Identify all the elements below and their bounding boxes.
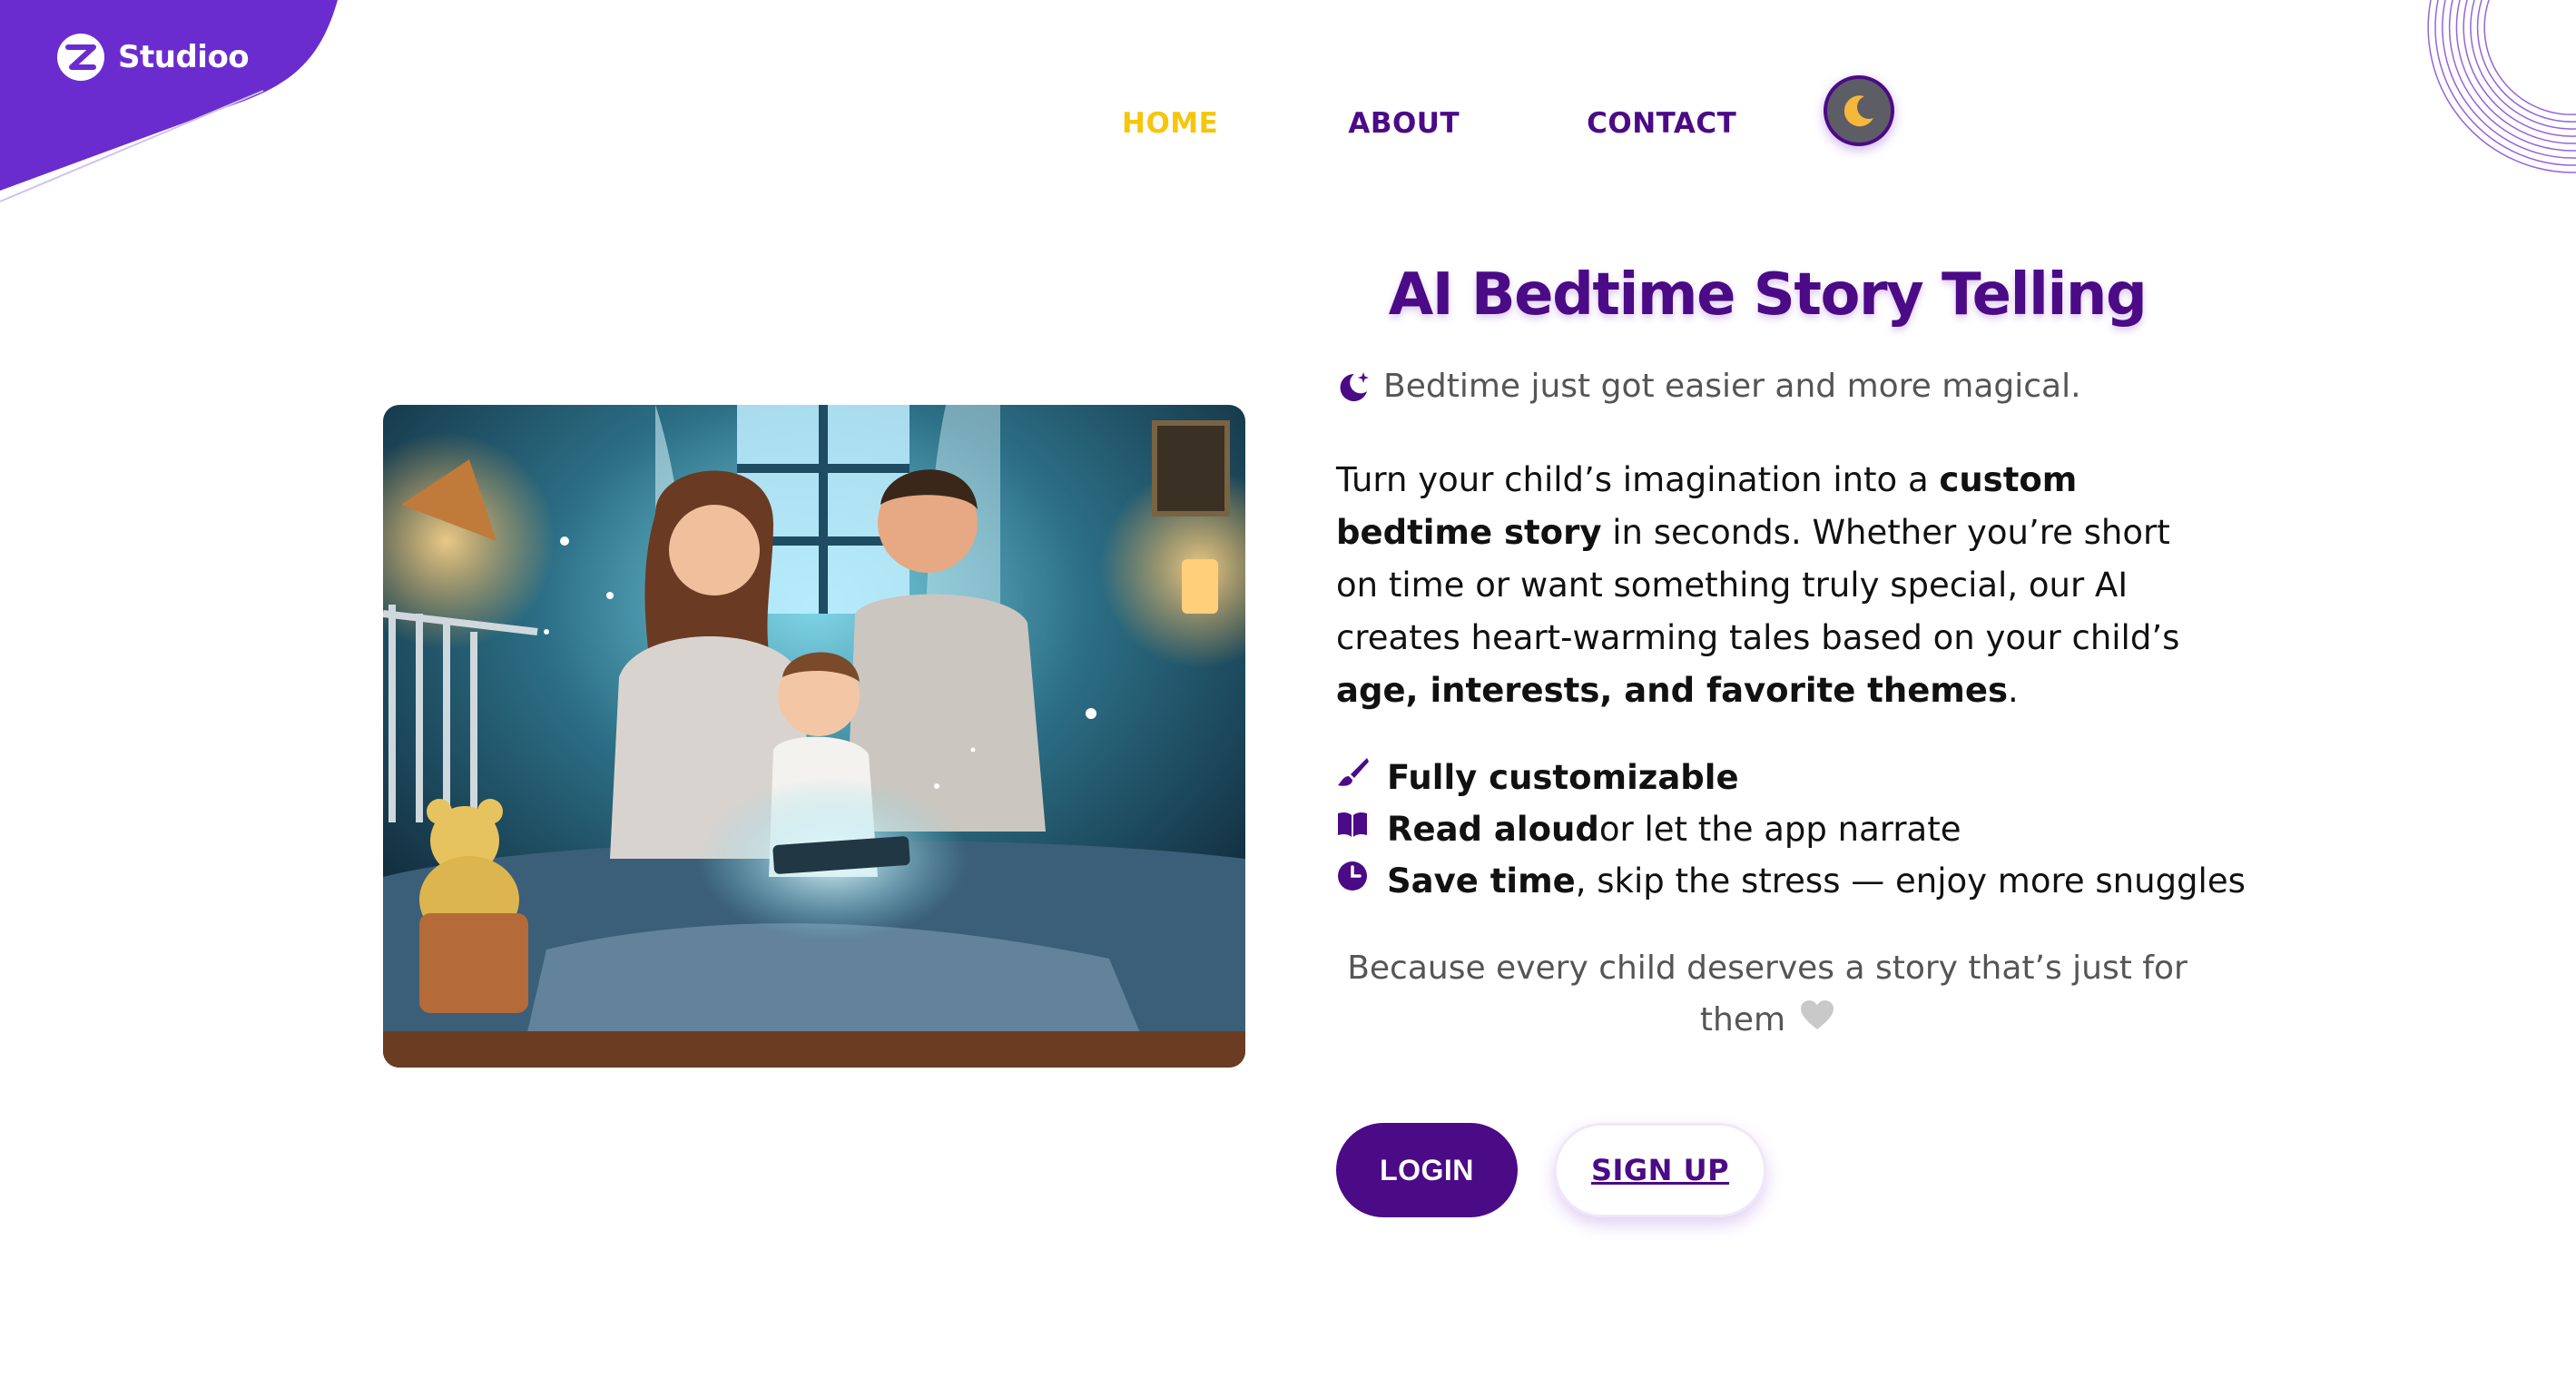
feature-bold: Read aloud	[1387, 810, 1599, 849]
hero-image	[383, 405, 1245, 1068]
feature-item: Fully customizable	[1336, 752, 2246, 803]
feature-text: or let the app narrate	[1598, 810, 1961, 849]
page-title: AI Bedtime Story Telling	[1388, 261, 2148, 329]
tagline-text: Bedtime just got easier and more magical…	[1383, 368, 2081, 405]
feature-bold: Fully customizable	[1387, 758, 1739, 797]
corner-shape	[0, 0, 338, 202]
paintbrush-icon	[1338, 757, 1369, 786]
decorative-arcs	[2427, 0, 2576, 173]
brand-logo[interactable]: Studioo	[56, 33, 250, 82]
main-nav: HOME ABOUT CONTACT	[1122, 107, 1736, 140]
logo-corner	[0, 0, 363, 209]
nav-contact[interactable]: CONTACT	[1587, 107, 1736, 140]
clock-icon	[1338, 861, 1367, 891]
signup-button[interactable]: SIGN UP	[1554, 1123, 1766, 1217]
intro-text-1: Turn your child’s imagination into a	[1336, 460, 1940, 499]
feature-list: Fully customizable Read aloud or let the…	[1336, 752, 2246, 907]
intro-paragraph: Turn your child’s imagination into a cus…	[1336, 454, 2217, 717]
heart-icon	[1801, 1000, 1834, 1029]
closing-text: Because every child deserves a story tha…	[1336, 942, 2198, 1046]
intro-text-3: .	[2007, 671, 2019, 710]
moon-icon	[1844, 95, 1873, 127]
nav-home[interactable]: HOME	[1122, 107, 1218, 140]
feature-item: Save time, skip the stress — enjoy more …	[1336, 855, 2246, 907]
login-button[interactable]: LOGIN	[1336, 1123, 1518, 1217]
closing-line: Because every child deserves a story tha…	[1347, 950, 2188, 1038]
moon-star-icon	[1340, 371, 1369, 401]
logo-icon	[57, 34, 104, 81]
intro-bold-2: age, interests, and favorite themes	[1336, 671, 2008, 710]
nav-about[interactable]: ABOUT	[1348, 107, 1460, 140]
tagline: Bedtime just got easier and more magical…	[1336, 368, 2081, 405]
feature-item: Read aloud or let the app narrate	[1336, 803, 2246, 855]
feature-text: , skip the stress — enjoy more snuggles	[1575, 861, 2246, 901]
family-reading-illustration	[383, 405, 1245, 1068]
theme-toggle-button[interactable]	[1824, 75, 1894, 146]
feature-bold: Save time	[1387, 861, 1576, 901]
brand-name: Studioo	[118, 39, 250, 75]
book-icon	[1338, 812, 1367, 837]
